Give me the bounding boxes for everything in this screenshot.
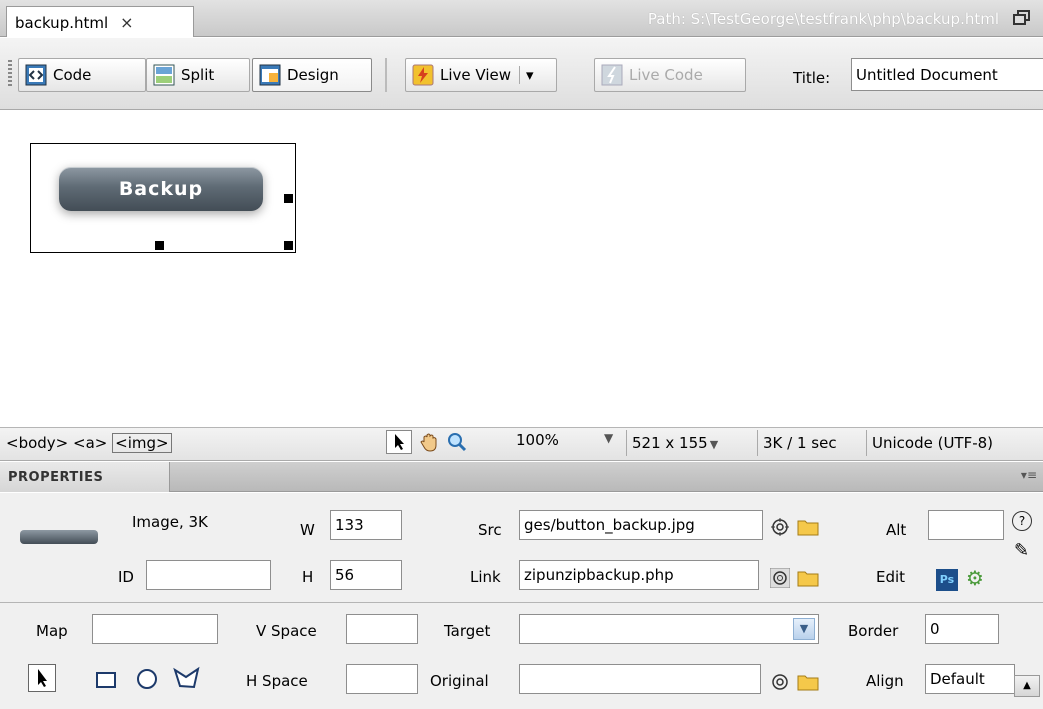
properties-tab[interactable]: PROPERTIES (0, 462, 170, 492)
status-separator (626, 430, 627, 456)
resize-handle-corner[interactable] (284, 241, 293, 250)
code-view-label: Code (53, 66, 92, 84)
align-select[interactable]: Default (925, 664, 1015, 694)
split-view-button[interactable]: Split (146, 58, 250, 92)
link-label: Link (470, 568, 501, 586)
map-input[interactable] (92, 614, 218, 644)
hand-tool-icon[interactable] (417, 430, 443, 454)
target-dropdown-icon[interactable]: ▼ (793, 618, 815, 640)
live-code-icon (601, 64, 623, 86)
hspace-label: H Space (246, 672, 308, 690)
browse-folder-icon[interactable] (797, 569, 819, 587)
toolbar-grip[interactable] (8, 60, 12, 86)
live-code-button[interactable]: Live Code (594, 58, 746, 92)
vspace-input[interactable] (346, 614, 418, 644)
document-title-input[interactable] (851, 58, 1043, 91)
zoom-dropdown-icon: ▼ (604, 431, 614, 445)
code-view-button[interactable]: Code (18, 58, 146, 92)
point-to-file-icon[interactable] (770, 517, 790, 537)
code-icon (25, 64, 47, 86)
split-icon (153, 64, 175, 86)
align-label: Align (866, 672, 904, 690)
align-dropdown-icon[interactable]: ▲ (1014, 675, 1040, 697)
restore-window-icon[interactable] (1011, 9, 1033, 27)
file-path: Path: S:\TestGeorge\testfrank\php\backup… (647, 10, 999, 28)
vspace-label: V Space (256, 622, 317, 640)
help-icon[interactable]: ? (1012, 511, 1032, 531)
window-size-value: 521 x 155 (632, 434, 708, 452)
rectangle-hotspot-tool-icon[interactable] (94, 668, 118, 690)
point-to-file-icon[interactable] (770, 568, 790, 588)
height-input[interactable]: 56 (330, 560, 402, 590)
properties-divider (0, 602, 1043, 603)
close-tab-icon[interactable]: × (120, 13, 133, 32)
link-input[interactable]: zipunzipbackup.php (519, 560, 759, 590)
image-thumbnail (20, 530, 98, 544)
tag-body[interactable]: <body> (6, 434, 68, 452)
map-label: Map (36, 622, 68, 640)
resize-handle-right[interactable] (284, 194, 293, 203)
edit-label: Edit (876, 568, 906, 586)
split-view-label: Split (181, 66, 215, 84)
alt-input[interactable] (928, 510, 1004, 540)
circle-hotspot-tool-icon[interactable] (134, 666, 160, 690)
live-code-label: Live Code (629, 66, 703, 84)
target-select[interactable] (519, 614, 819, 644)
hspace-input[interactable] (346, 664, 418, 694)
original-input[interactable] (519, 664, 761, 694)
panel-menu-icon[interactable]: ▾≡ (1021, 468, 1037, 482)
zoom-value: 100% (516, 431, 559, 449)
edit-pencil-icon[interactable]: ✎ (1014, 540, 1029, 561)
id-label: ID (118, 568, 134, 586)
status-separator (866, 430, 867, 456)
toolbar-separator (385, 58, 387, 92)
live-view-dropdown-icon[interactable]: ▾ (519, 66, 534, 84)
window-size[interactable]: 521 x 155 ▼ (632, 434, 718, 452)
select-tool-icon[interactable] (386, 430, 412, 454)
browse-folder-icon[interactable] (797, 673, 819, 691)
height-label: H (302, 568, 314, 586)
src-label: Src (478, 521, 502, 539)
live-view-label: Live View (440, 66, 511, 84)
tag-a[interactable]: <a> (73, 434, 107, 452)
width-label: W (300, 521, 315, 539)
target-label: Target (444, 622, 491, 640)
backup-button-text: Backup (118, 178, 204, 200)
window-size-dropdown-icon: ▼ (709, 438, 719, 451)
id-input[interactable] (146, 560, 271, 590)
design-view-label: Design (287, 66, 339, 84)
live-view-button[interactable]: Live View ▾ (405, 58, 557, 92)
status-separator (757, 430, 758, 456)
border-input[interactable]: 0 (925, 614, 999, 644)
polygon-hotspot-tool-icon[interactable] (172, 666, 202, 690)
browse-folder-icon[interactable] (797, 518, 819, 536)
backup-button-image[interactable]: Backup (59, 167, 263, 211)
optimize-icon[interactable]: ⚙ (966, 566, 984, 590)
zoom-tool-icon[interactable] (444, 430, 470, 454)
zoom-select[interactable]: 100% ▼ (516, 431, 624, 455)
alt-label: Alt (886, 521, 907, 539)
lightning-icon (412, 64, 434, 86)
original-label: Original (430, 672, 489, 690)
download-size: 3K / 1 sec (763, 434, 837, 452)
border-label: Border (848, 622, 899, 640)
document-title-label: Title: (793, 69, 831, 87)
document-tab[interactable]: backup.html × (6, 6, 194, 37)
width-input[interactable]: 133 (330, 510, 402, 540)
document-tab-label: backup.html (15, 14, 109, 32)
design-icon (259, 64, 281, 86)
design-view-button[interactable]: Design (252, 58, 372, 92)
photoshop-icon[interactable]: Ps (936, 569, 958, 591)
tag-selector: <body> <a> <img> (6, 433, 172, 453)
encoding: Unicode (UTF-8) (872, 434, 994, 452)
tag-img[interactable]: <img> (112, 433, 172, 453)
point-to-file-icon[interactable] (770, 672, 790, 692)
pointer-hotspot-tool-icon[interactable] (28, 664, 56, 692)
src-input[interactable]: ges/button_backup.jpg (519, 510, 763, 540)
image-type-label: Image, 3K (132, 513, 208, 531)
resize-handle-bottom[interactable] (155, 241, 164, 250)
